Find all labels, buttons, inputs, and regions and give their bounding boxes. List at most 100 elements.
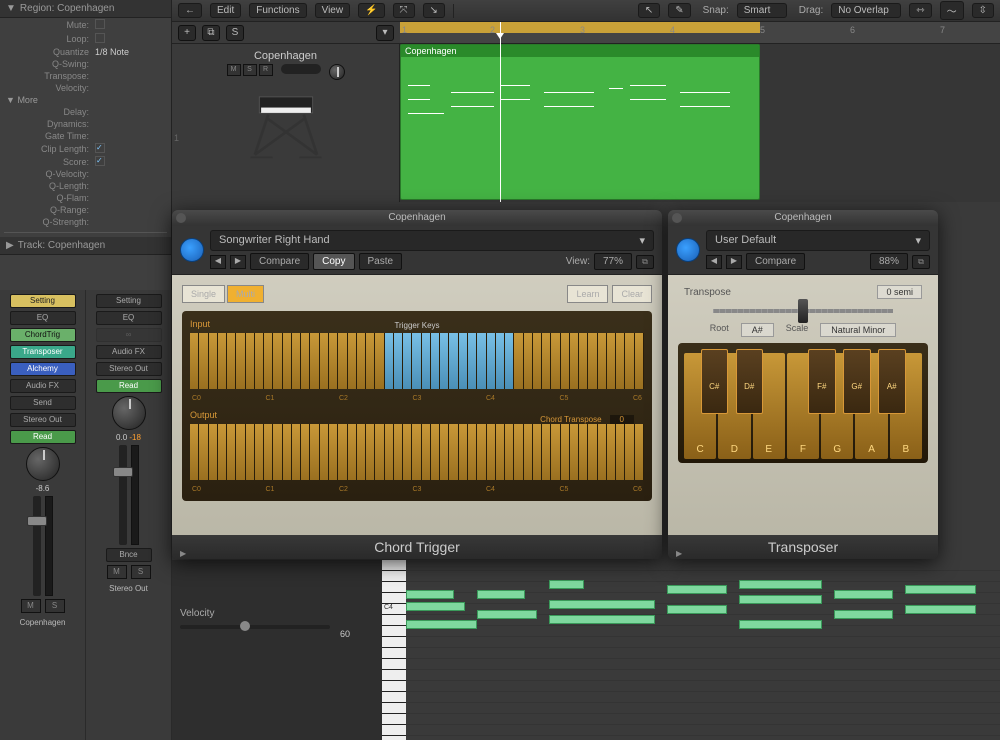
- setting-button[interactable]: Setting: [96, 294, 162, 308]
- track-header[interactable]: Copenhagen M S R 1: [172, 44, 400, 202]
- region-header[interactable]: ▼ Region: Copenhagen: [0, 0, 171, 18]
- audio-fx-slot[interactable]: Audio FX: [96, 345, 162, 359]
- paste-button[interactable]: Paste: [359, 253, 403, 270]
- send-slot[interactable]: Send: [10, 396, 76, 410]
- prev-preset-button[interactable]: ◀: [210, 255, 226, 269]
- transpose-slider[interactable]: [713, 309, 893, 313]
- next-preset-button[interactable]: ▶: [230, 255, 246, 269]
- compare-button[interactable]: Compare: [746, 253, 805, 270]
- output-keyboard[interactable]: [190, 424, 644, 480]
- scale-keyboard[interactable]: CDEFGABC#D#F#G#A#: [678, 343, 928, 463]
- tool-flex-icon[interactable]: ⤧: [393, 3, 415, 18]
- scale-key-fs[interactable]: F#: [808, 349, 836, 414]
- duplicate-track-button[interactable]: ⧉: [202, 25, 220, 41]
- solo-button[interactable]: S: [45, 599, 65, 613]
- score-checkbox[interactable]: [95, 156, 105, 166]
- eq-slot[interactable]: EQ: [96, 311, 162, 325]
- track-options-button[interactable]: ▾: [376, 25, 394, 41]
- piano-roll-grid[interactable]: [406, 560, 1000, 740]
- view-scale[interactable]: 77%: [594, 253, 632, 270]
- view-scale[interactable]: 88%: [870, 253, 908, 270]
- close-icon[interactable]: [672, 213, 682, 223]
- pointer-tool-icon[interactable]: ↖: [638, 3, 660, 18]
- scale-value[interactable]: Natural Minor: [820, 323, 896, 337]
- pan-value[interactable]: 0.0: [116, 433, 127, 442]
- back-arrow[interactable]: ←: [178, 3, 202, 18]
- mute-checkbox[interactable]: [95, 19, 105, 29]
- zoom-vertical-icon[interactable]: ⇳: [972, 3, 994, 18]
- automation-mode[interactable]: Read: [96, 379, 162, 393]
- snap-select[interactable]: Smart: [737, 3, 787, 18]
- compare-button[interactable]: Compare: [250, 253, 309, 270]
- disclosure-arrow-icon[interactable]: ▶: [676, 542, 682, 559]
- automation-mode[interactable]: Read: [10, 430, 76, 444]
- edit-menu[interactable]: Edit: [210, 3, 241, 18]
- preset-select[interactable]: Songwriter Right Hand ▾: [210, 230, 654, 251]
- velocity-value[interactable]: 60: [180, 629, 350, 639]
- global-solo-button[interactable]: S: [226, 25, 244, 41]
- audio-fx-slot[interactable]: Audio FX: [10, 379, 76, 393]
- power-button[interactable]: [180, 238, 204, 262]
- zoom-horizontal-icon[interactable]: ⇿: [909, 3, 931, 18]
- volume-fader[interactable]: [119, 445, 127, 545]
- drag-select[interactable]: No Overlap: [831, 3, 901, 18]
- more-header[interactable]: ▼ More: [0, 94, 171, 106]
- single-mode-button[interactable]: Single: [182, 285, 225, 303]
- track-solo-button[interactable]: S: [243, 64, 257, 76]
- mute-button[interactable]: M: [107, 565, 127, 579]
- instrument-slot[interactable]: Alchemy: [10, 362, 76, 376]
- midi-fx-placeholder[interactable]: ∞: [96, 328, 162, 342]
- velocity-slider[interactable]: [180, 625, 330, 629]
- bar-ruler[interactable]: 1 2 3 4 5 6 7: [400, 22, 1000, 44]
- pan-knob[interactable]: [112, 396, 146, 430]
- solo-button[interactable]: S: [131, 565, 151, 579]
- clear-button[interactable]: Clear: [612, 285, 652, 303]
- pencil-tool-icon[interactable]: ✎: [668, 3, 690, 18]
- volume-fader[interactable]: [33, 496, 41, 596]
- disclosure-arrow-icon[interactable]: ▶: [180, 542, 186, 559]
- midi-fx-transposer[interactable]: Transposer: [10, 345, 76, 359]
- track-pan-knob[interactable]: [329, 64, 345, 80]
- scale-key-gs[interactable]: G#: [843, 349, 871, 414]
- view-menu[interactable]: View: [315, 3, 351, 18]
- next-preset-button[interactable]: ▶: [726, 255, 742, 269]
- scale-key-ds[interactable]: D#: [736, 349, 764, 414]
- scale-key-cs[interactable]: C#: [701, 349, 729, 414]
- mute-button[interactable]: M: [21, 599, 41, 613]
- piano-keys[interactable]: C4: [382, 560, 406, 740]
- quantize-value[interactable]: 1/8 Note: [95, 47, 165, 57]
- output-slot[interactable]: Stereo Out: [10, 413, 76, 427]
- track-header[interactable]: ▶ Track: Copenhagen: [0, 237, 171, 255]
- volume-slider[interactable]: [281, 64, 321, 74]
- pan-knob[interactable]: [26, 447, 60, 481]
- playhead[interactable]: [500, 22, 501, 202]
- track-mute-button[interactable]: M: [227, 64, 241, 76]
- arrange-grid[interactable]: 1 2 3 4 5 6 7 Copenhagen: [400, 22, 1000, 202]
- waveform-zoom-icon[interactable]: 〜: [940, 1, 964, 20]
- eq-slot[interactable]: EQ: [10, 311, 76, 325]
- tool-automation-icon[interactable]: ⚡: [358, 3, 384, 18]
- output-slot[interactable]: Stereo Out: [96, 362, 162, 376]
- power-button[interactable]: [676, 238, 700, 262]
- multi-mode-button[interactable]: Multi: [227, 285, 264, 303]
- chord-transpose-value[interactable]: 0: [610, 415, 634, 424]
- root-value[interactable]: A#: [741, 323, 774, 337]
- loop-checkbox[interactable]: [95, 33, 105, 43]
- pan-value[interactable]: -8.6: [36, 484, 50, 493]
- functions-menu[interactable]: Functions: [249, 3, 306, 18]
- midi-region[interactable]: Copenhagen: [400, 44, 760, 200]
- tool-catch-icon[interactable]: ↘: [423, 3, 445, 18]
- scale-key-as[interactable]: A#: [878, 349, 906, 414]
- track-record-button[interactable]: R: [259, 64, 273, 76]
- link-icon[interactable]: ⧉: [912, 255, 930, 269]
- midi-fx-chord-trigger[interactable]: ChordTrig: [10, 328, 76, 342]
- link-icon[interactable]: ⧉: [636, 255, 654, 269]
- bounce-button[interactable]: Bnce: [106, 548, 152, 562]
- copy-button[interactable]: Copy: [313, 253, 354, 270]
- add-track-button[interactable]: +: [178, 25, 196, 41]
- learn-button[interactable]: Learn: [567, 285, 608, 303]
- input-keyboard[interactable]: Trigger Keys: [190, 333, 644, 389]
- preset-select[interactable]: User Default ▾: [706, 230, 930, 251]
- close-icon[interactable]: [176, 213, 186, 223]
- prev-preset-button[interactable]: ◀: [706, 255, 722, 269]
